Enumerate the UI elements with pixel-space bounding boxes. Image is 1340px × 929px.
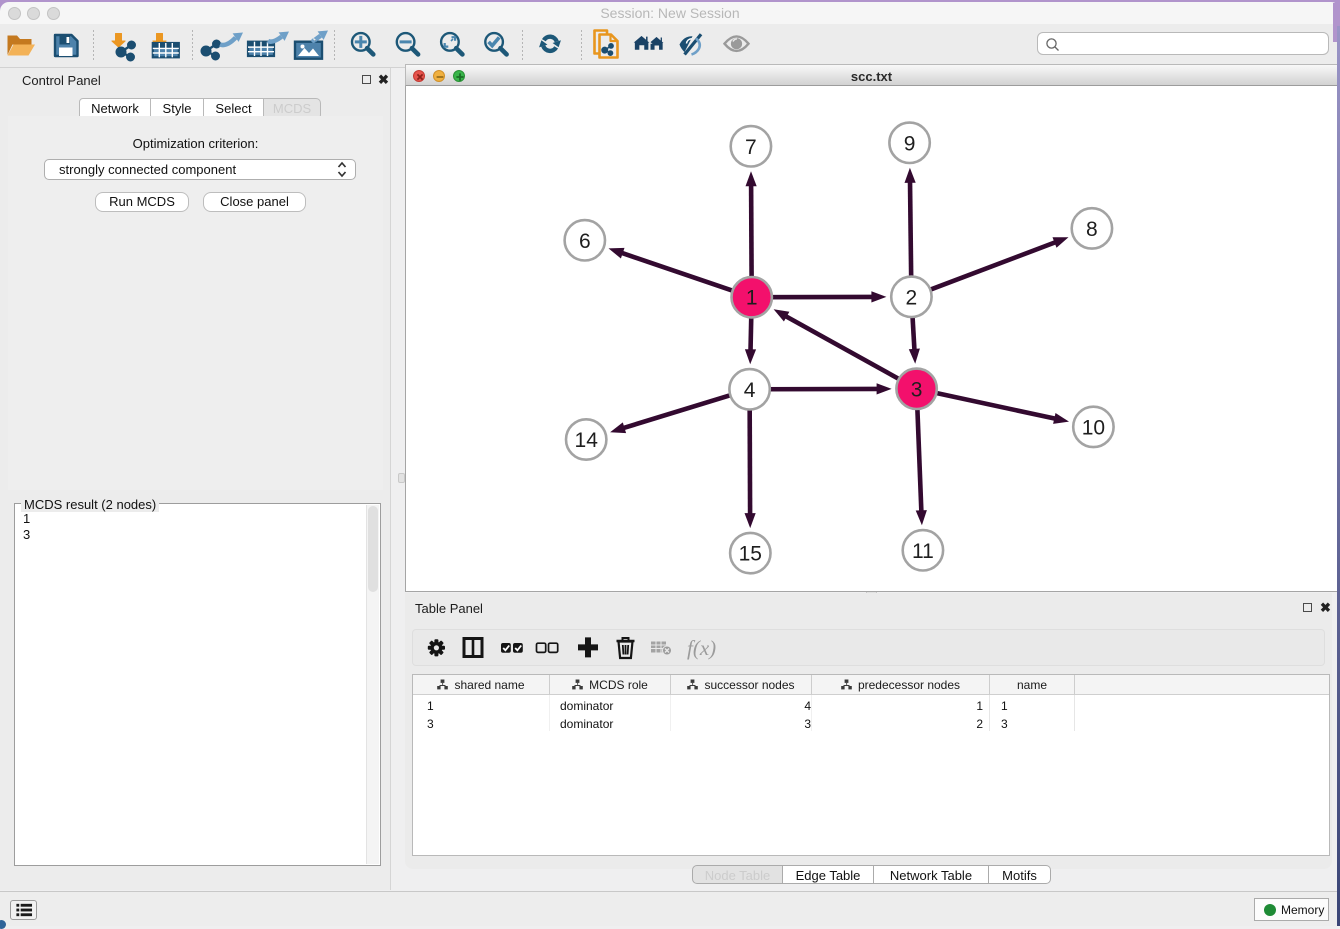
svg-text:10: 10: [1082, 416, 1105, 439]
svg-text:1: 1: [746, 287, 758, 310]
svg-text:7: 7: [745, 136, 757, 159]
svg-text:9: 9: [904, 132, 916, 155]
svg-text:f(x): f(x): [687, 636, 716, 660]
svg-text:8: 8: [1086, 218, 1098, 241]
svg-text:14: 14: [575, 429, 599, 452]
svg-text:3: 3: [911, 378, 923, 401]
svg-text:2: 2: [906, 286, 918, 309]
svg-text:4: 4: [744, 379, 756, 402]
svg-text:11: 11: [912, 540, 934, 563]
svg-text:15: 15: [739, 543, 762, 566]
svg-text:6: 6: [579, 230, 591, 253]
